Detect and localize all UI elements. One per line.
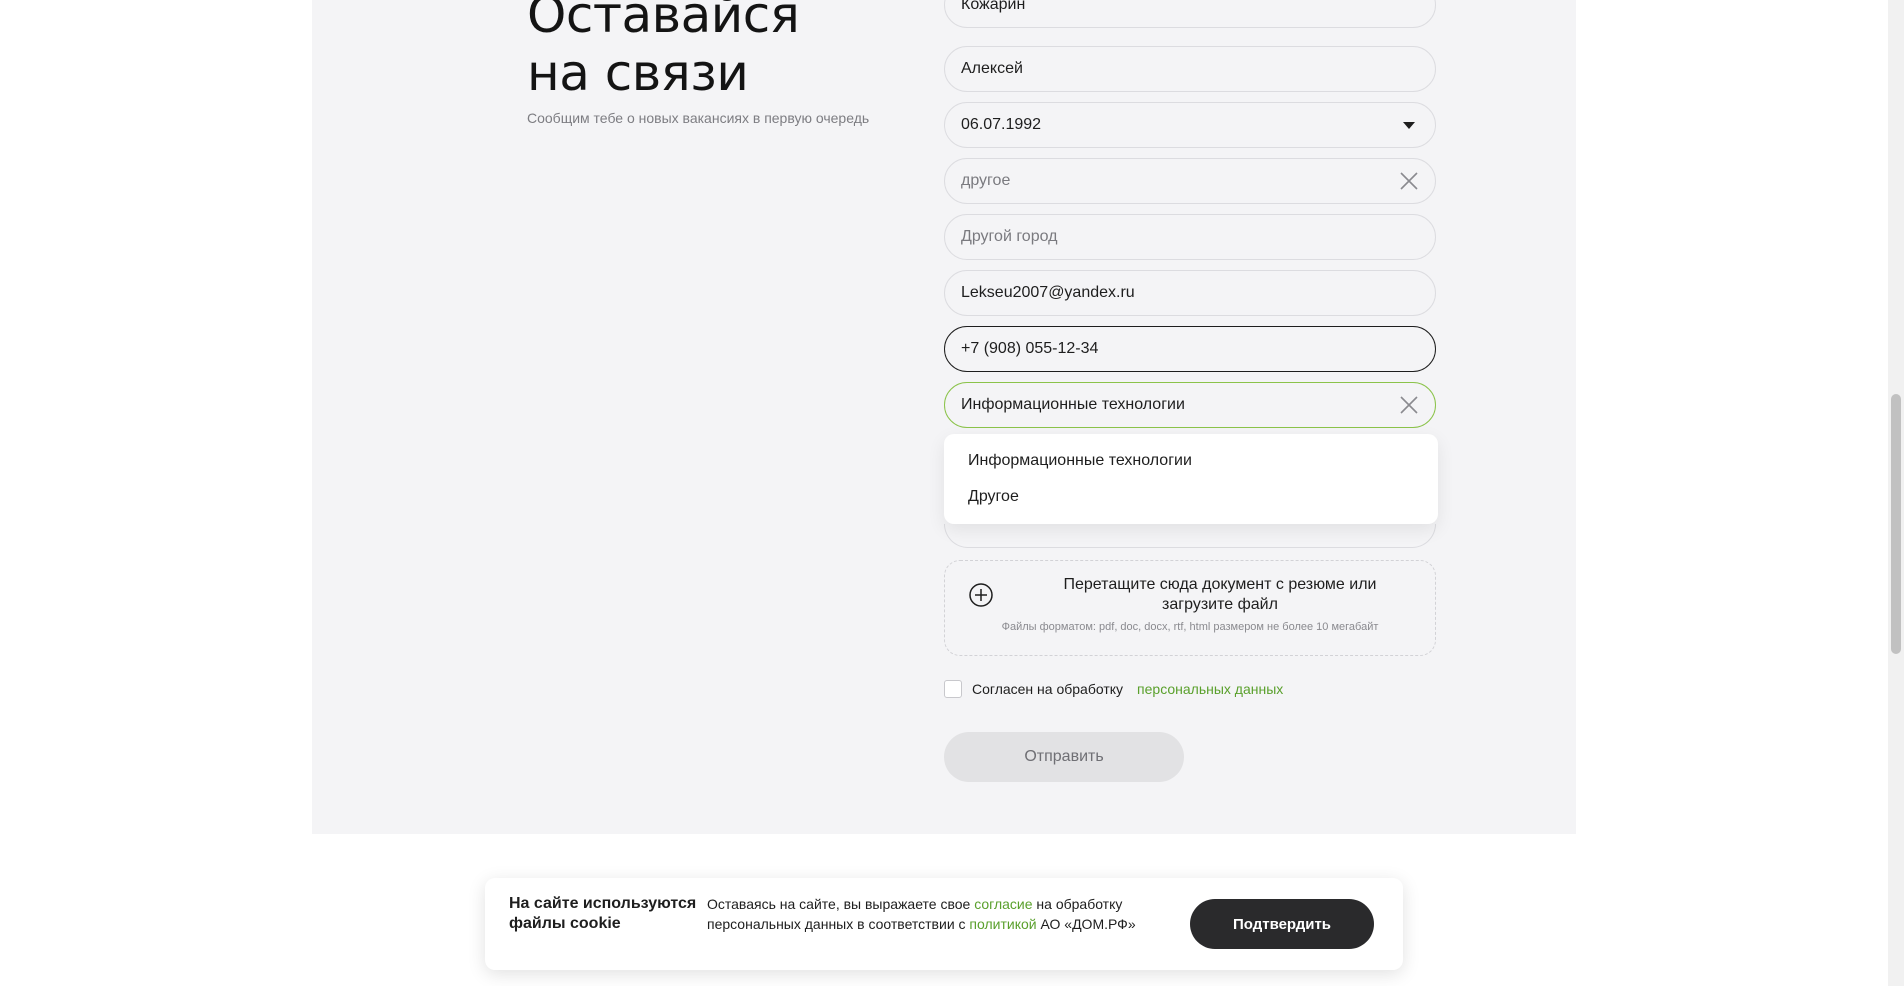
consent-row: Согласен на обработку персональных данны…: [944, 680, 1283, 698]
city-value: другое: [961, 172, 1011, 189]
surname-value: Кожарин: [961, 0, 1026, 13]
page-subtitle: Сообщим тебе о новых вакансиях в первую …: [527, 110, 870, 126]
birthdate-value: 06.07.1992: [961, 116, 1042, 133]
other-city-field[interactable]: Другой город: [944, 214, 1436, 260]
cookie-text-after: АО «ДОМ.РФ»: [1036, 916, 1136, 932]
consent-link[interactable]: согласие: [974, 896, 1032, 912]
plus-circle-icon[interactable]: [969, 583, 993, 607]
submit-button[interactable]: Отправить: [944, 732, 1184, 782]
consent-checkbox[interactable]: [944, 680, 962, 698]
close-icon[interactable]: [1397, 393, 1421, 417]
dropzone-hint: Файлы форматом: pdf, doc, docx, rtf, htm…: [1001, 621, 1379, 633]
direction-dropdown: Информационные технологии Другое: [944, 434, 1438, 524]
cookie-banner: На сайте используются файлы cookie Остав…: [485, 878, 1403, 970]
cookie-text: Оставаясь на сайте, вы выражаете свое со…: [707, 894, 1167, 934]
name-field[interactable]: Алексей: [944, 46, 1436, 92]
dropdown-option-other[interactable]: Другое: [968, 488, 1019, 506]
dropdown-option-it[interactable]: Информационные технологии: [968, 452, 1192, 470]
page-title: Оставайся на связи: [527, 0, 800, 102]
policy-link[interactable]: политикой: [969, 916, 1036, 932]
name-value: Алексей: [961, 60, 1023, 77]
resume-dropzone[interactable]: Перетащите сюда документ с резюме или за…: [944, 560, 1436, 656]
email-value: Lekseu2007@yandex.ru: [961, 284, 1135, 301]
page-title-line-1: Оставайся: [527, 0, 800, 44]
page-title-line-2: на связи: [527, 44, 749, 102]
other-city-placeholder: Другой город: [961, 228, 1058, 245]
direction-value: Информационные технологии: [961, 396, 1185, 413]
cookie-title: На сайте используются файлы cookie: [509, 895, 697, 932]
surname-field[interactable]: Кожарин: [944, 0, 1436, 28]
phone-field[interactable]: +7 (908) 055-12-34: [944, 326, 1436, 372]
email-field[interactable]: Lekseu2007@yandex.ru: [944, 270, 1436, 316]
cookie-text-before: Оставаясь на сайте, вы выражаете свое: [707, 896, 975, 912]
page-scrollbar[interactable]: [1888, 0, 1904, 986]
confirm-cookie-button[interactable]: Подтвердить: [1190, 899, 1374, 949]
scrollbar-thumb[interactable]: [1891, 394, 1901, 654]
city-select[interactable]: другое: [944, 158, 1436, 204]
consent-text: Согласен на обработку: [972, 681, 1124, 697]
dropzone-title: Перетащите сюда документ с резюме или за…: [1063, 576, 1377, 613]
direction-select[interactable]: Информационные технологии: [944, 382, 1436, 428]
personal-data-link[interactable]: персональных данных: [1137, 681, 1283, 697]
birthdate-select[interactable]: 06.07.1992: [944, 102, 1436, 148]
close-icon[interactable]: [1397, 169, 1421, 193]
phone-value: +7 (908) 055-12-34: [961, 340, 1099, 357]
hidden-field-edge: [944, 524, 1436, 548]
caret-down-icon[interactable]: [1397, 113, 1421, 137]
